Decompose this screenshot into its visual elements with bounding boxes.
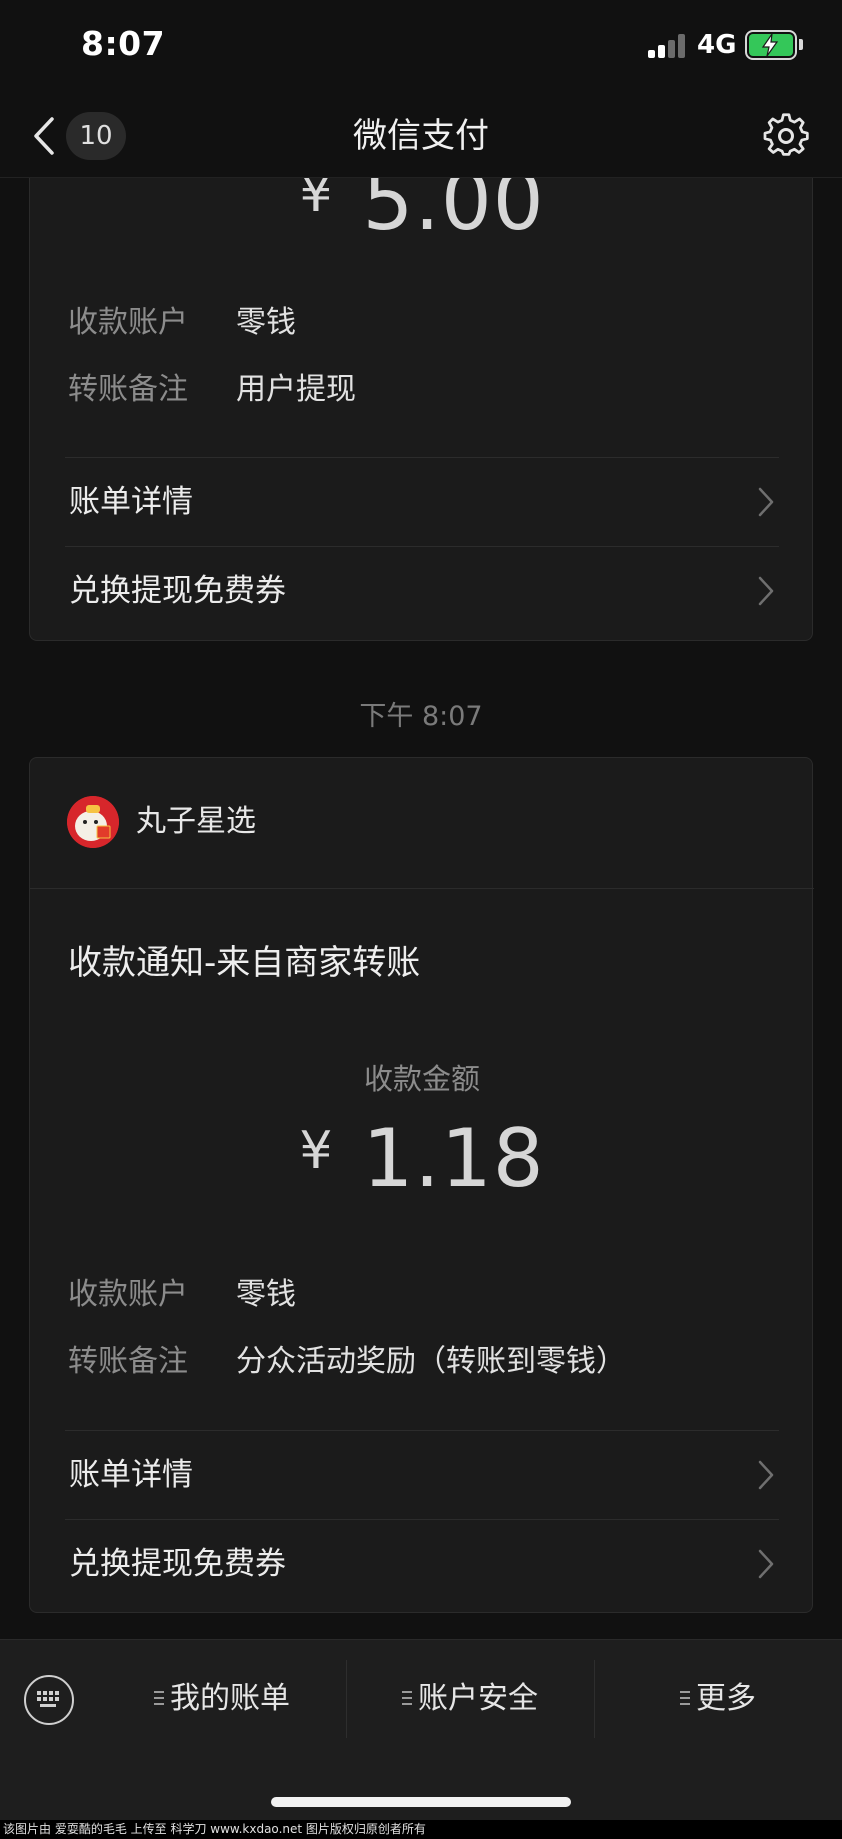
redeem-coupon-link[interactable]: 兑换提现免费券 xyxy=(65,1519,779,1607)
info-row-remark: 转账备注 分众活动奖励（转账到零钱） xyxy=(68,1336,626,1380)
message-timestamp: 下午 8:07 xyxy=(359,701,483,732)
amount-display: ¥1.18 xyxy=(30,1112,814,1205)
chevron-left-icon xyxy=(34,117,54,155)
info-value: 零钱 xyxy=(236,305,296,340)
info-key: 转账备注 xyxy=(68,1344,188,1379)
amount-value: 1.18 xyxy=(362,1112,545,1205)
currency-symbol: ¥ xyxy=(299,1121,333,1181)
keyboard-toggle-button[interactable] xyxy=(24,1675,74,1725)
merchant-header[interactable]: 丸子星选 xyxy=(30,758,814,889)
watermark-text: 该图片由 爱耍酷的毛毛 上传至 科学刀 www.kxdao.net 图片版权归原… xyxy=(0,1820,842,1839)
chevron-right-icon xyxy=(758,1460,774,1490)
transfer-card-merchant: 丸子星选 收款通知-来自商家转账 收款金额 ¥1.18 收款账户 零钱 转账备注 分… xyxy=(29,757,814,1613)
chevron-right-icon xyxy=(758,487,774,517)
menu-label: 账户安全 xyxy=(418,1681,538,1716)
info-key: 转账备注 xyxy=(68,372,188,407)
page-title: 微信支付 xyxy=(353,116,489,156)
redeem-coupon-link[interactable]: 兑换提现免费券 xyxy=(65,546,779,634)
info-value: 零钱 xyxy=(236,1277,296,1312)
bill-details-link[interactable]: 账单详情 xyxy=(65,1430,779,1518)
info-value: 用户提现 xyxy=(236,372,356,407)
info-value: 分众活动奖励（转账到零钱） xyxy=(236,1344,626,1379)
submenu-icon xyxy=(680,1691,690,1705)
link-label: 兑换提现免费券 xyxy=(69,573,286,609)
menu-my-bills[interactable]: 我的账单 xyxy=(98,1652,346,1746)
submenu-icon xyxy=(402,1691,412,1705)
battery-charging-icon xyxy=(745,30,797,60)
unread-count-badge[interactable]: 10 xyxy=(66,112,126,160)
menu-label: 我的账单 xyxy=(170,1681,290,1716)
status-time: 8:07 xyxy=(81,24,166,63)
signal-icon xyxy=(648,34,688,58)
menu-account-security[interactable]: 账户安全 xyxy=(346,1652,594,1746)
merchant-name: 丸子星选 xyxy=(136,804,256,839)
gear-icon xyxy=(763,113,809,156)
notice-title: 收款通知-来自商家转账 xyxy=(68,943,421,983)
merchant-avatar xyxy=(67,796,119,848)
submenu-icon xyxy=(154,1691,164,1705)
link-label: 兑换提现免费券 xyxy=(69,1546,286,1582)
nav-bar: 10 微信支付 xyxy=(0,95,842,178)
amount-caption: 收款金额 xyxy=(363,1062,480,1096)
info-row-account: 收款账户 零钱 xyxy=(68,297,296,341)
info-row-remark: 转账备注 用户提现 xyxy=(68,364,356,408)
bottom-menu-bar: 我的账单 账户安全 更多 xyxy=(0,1639,842,1820)
menu-more[interactable]: 更多 xyxy=(594,1652,842,1746)
battery-nub xyxy=(799,39,803,50)
chevron-right-icon xyxy=(758,576,774,606)
keyboard-icon xyxy=(37,1691,59,1707)
home-indicator[interactable] xyxy=(271,1797,571,1807)
transfer-card-withdrawal: ¥5.00 收款账户 零钱 转账备注 用户提现 账单详情 兑换提现免费券 xyxy=(29,130,813,641)
link-label: 账单详情 xyxy=(69,484,193,520)
settings-button[interactable] xyxy=(763,113,809,159)
back-button[interactable] xyxy=(28,113,68,159)
status-bar: 8:07 4G xyxy=(0,0,842,95)
network-label: 4G xyxy=(697,30,737,60)
chevron-right-icon xyxy=(758,1549,774,1579)
info-key: 收款账户 xyxy=(68,305,188,340)
info-row-account: 收款账户 零钱 xyxy=(68,1269,296,1313)
menu-label: 更多 xyxy=(696,1681,756,1716)
info-key: 收款账户 xyxy=(68,1277,188,1312)
link-label: 账单详情 xyxy=(69,1457,193,1493)
bill-details-link[interactable]: 账单详情 xyxy=(65,457,779,545)
